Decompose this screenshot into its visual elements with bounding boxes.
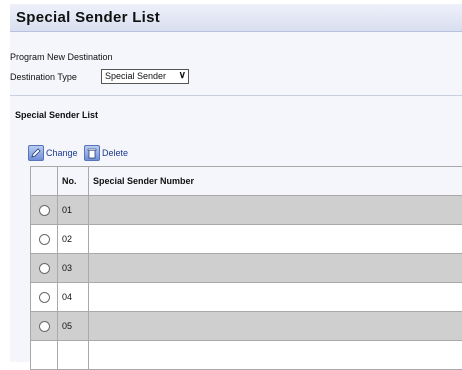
table-row[interactable]	[31, 341, 462, 370]
row-radio[interactable]	[39, 292, 50, 303]
delete-label: Delete	[102, 148, 128, 158]
trash-icon	[84, 145, 100, 161]
table-row[interactable]: 05	[31, 312, 462, 341]
divider	[10, 95, 462, 96]
pencil-icon	[28, 145, 44, 161]
row-radio[interactable]	[39, 234, 50, 245]
special-sender-table: No. Special Sender Number 01 02 03 04 05	[30, 166, 462, 370]
delete-button[interactable]: Delete	[84, 145, 128, 161]
section-title: Special Sender List	[15, 110, 98, 120]
program-new-destination-label: Program New Destination	[10, 52, 113, 62]
table-row[interactable]: 01	[31, 196, 462, 225]
destination-type-select[interactable]: Special Sender ∨	[101, 69, 189, 84]
header-sender-number: Special Sender Number	[89, 167, 462, 196]
row-no	[58, 341, 89, 370]
table-header-row: No. Special Sender Number	[31, 167, 462, 196]
change-label: Change	[46, 148, 78, 158]
row-radio[interactable]	[39, 263, 50, 274]
row-sender-number	[89, 254, 462, 283]
destination-type-value: Special Sender	[105, 71, 166, 81]
row-radio[interactable]	[39, 321, 50, 332]
title-bar: Special Sender List	[10, 4, 462, 32]
row-sender-number	[89, 341, 462, 370]
row-sender-number	[89, 225, 462, 254]
row-sender-number	[89, 283, 462, 312]
row-sender-number	[89, 312, 462, 341]
chevron-down-icon: ∨	[179, 70, 186, 81]
header-select	[31, 167, 58, 196]
change-button[interactable]: Change	[28, 145, 78, 161]
header-no: No.	[58, 167, 89, 196]
row-no: 04	[58, 283, 89, 312]
table-row[interactable]: 02	[31, 225, 462, 254]
row-no: 05	[58, 312, 89, 341]
row-sender-number	[89, 196, 462, 225]
table-row[interactable]: 03	[31, 254, 462, 283]
row-radio[interactable]	[39, 205, 50, 216]
row-no: 03	[58, 254, 89, 283]
table-row[interactable]: 04	[31, 283, 462, 312]
row-no: 02	[58, 225, 89, 254]
destination-type-label: Destination Type	[10, 72, 77, 82]
page-title: Special Sender List	[16, 9, 160, 26]
row-no: 01	[58, 196, 89, 225]
